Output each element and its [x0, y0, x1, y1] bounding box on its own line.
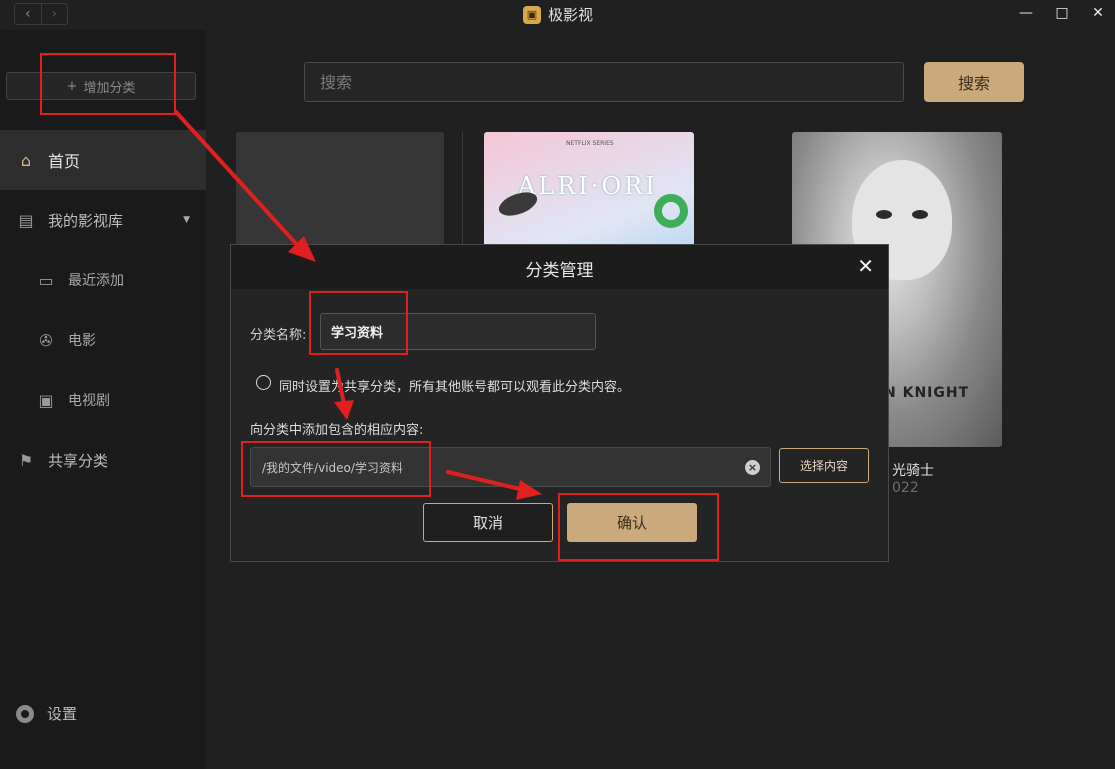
sidebar-item-label: 首页 — [48, 152, 81, 171]
caret-down-icon: ▼ — [183, 215, 190, 225]
sidebar-item-home[interactable]: ⌂ 首页 — [0, 130, 206, 190]
settings-button[interactable]: 设置 — [16, 703, 77, 724]
gear-icon — [16, 704, 34, 723]
close-icon[interactable]: ✕ — [857, 254, 874, 278]
poster-eye — [912, 210, 928, 219]
recent-icon: ▭ — [38, 270, 54, 290]
sidebar-item-label: 共享分类 — [48, 451, 109, 470]
sidebar-item-recent[interactable]: ▭ 最近添加 — [0, 250, 206, 310]
sidebar-item-shared[interactable]: ⚑ 共享分类 — [0, 430, 206, 490]
poster-eye — [876, 210, 892, 219]
dialog-header: 分类管理 ✕ — [231, 245, 888, 289]
sidebar-item-tv[interactable]: ▣ 电视剧 — [0, 370, 206, 430]
maximize-icon[interactable]: □ — [1055, 5, 1069, 21]
search-input[interactable] — [304, 62, 904, 102]
window-controls: — □ ✕ — [1019, 5, 1105, 21]
sidebar-item-movies[interactable]: ✇ 电影 — [0, 310, 206, 370]
app-logo-icon: ▣ — [523, 5, 541, 24]
app-title-text: 极影视 — [548, 6, 594, 24]
share-icon: ⚑ — [18, 450, 34, 470]
tv-icon: ▣ — [38, 390, 54, 410]
cancel-button[interactable]: 取消 — [423, 503, 553, 542]
title-bar: ‹ › ▣ 极影视 — □ ✕ — [0, 0, 1115, 30]
name-label: 分类名称: — [250, 328, 307, 343]
content-label: 向分类中添加包含的相应内容: — [250, 423, 424, 438]
settings-label: 设置 — [47, 705, 78, 723]
film-reel-icon: ✇ — [39, 330, 53, 350]
dialog-title: 分类管理 — [525, 261, 594, 281]
film-library-icon: ▤ — [18, 210, 34, 230]
app-title: ▣ 极影视 — [523, 4, 593, 25]
poster-disc — [495, 187, 541, 221]
clear-icon[interactable]: × — [745, 460, 760, 475]
annotation-box — [309, 291, 408, 355]
sidebar-item-my-library[interactable]: ▤ 我的影视库 ▼ — [0, 190, 206, 250]
media-year: 022 — [892, 480, 919, 496]
annotation-box — [40, 53, 176, 115]
sidebar-item-label: 电影 — [68, 333, 96, 349]
divider — [462, 132, 463, 252]
poster-logo: N KNIGHT — [884, 385, 970, 401]
sidebar: + 增加分类 ⌂ 首页 ▤ 我的影视库 ▼ ▭ 最近添加 ✇ 电影 ▣ 电视剧 … — [0, 30, 206, 769]
close-window-icon[interactable]: ✕ — [1091, 5, 1105, 21]
annotation-box — [241, 441, 431, 497]
poster-title: ALRI·ORI — [518, 172, 658, 200]
history-nav: ‹ › — [14, 3, 68, 25]
poster-ring — [654, 194, 688, 228]
poster-tag: NETFLIX SERIES — [566, 140, 614, 147]
search-button[interactable]: 搜索 — [924, 62, 1024, 102]
select-content-button[interactable]: 选择内容 — [779, 448, 869, 483]
sidebar-item-label: 最近添加 — [68, 273, 124, 289]
share-option-label[interactable]: 同时设置为共享分类，所有其他账号都可以观看此分类内容。 — [279, 376, 630, 395]
back-icon[interactable]: ‹ — [15, 4, 41, 24]
home-icon: ⌂ — [20, 150, 32, 170]
sidebar-item-label: 电视剧 — [68, 393, 110, 409]
sidebar-item-label: 我的影视库 — [48, 211, 124, 230]
forward-icon[interactable]: › — [40, 4, 68, 24]
share-radio[interactable] — [256, 375, 271, 390]
annotation-box — [558, 493, 719, 561]
media-title[interactable]: 光骑士 — [892, 460, 934, 480]
minimize-icon[interactable]: — — [1019, 5, 1033, 21]
